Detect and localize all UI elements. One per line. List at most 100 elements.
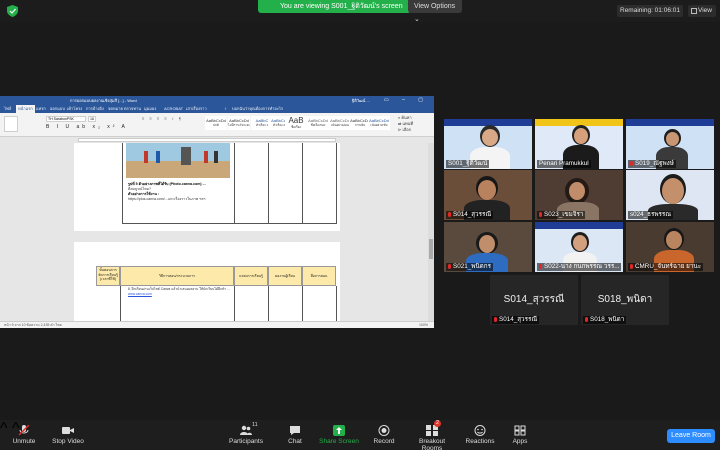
zoom-meeting-window: You are viewing S001_ฐิติวัฒน์'s screen … (0, 0, 720, 450)
video-camera-icon (62, 427, 74, 434)
tab-review[interactable]: ตรวจทาน (124, 105, 141, 113)
participant-tile[interactable]: S021_พนิดกร (444, 222, 532, 272)
participant-name: S022-นาง กนกพรรณ วรร... (537, 263, 622, 271)
participant-name: Penari Pramukkul (537, 160, 591, 168)
tab-acrobat[interactable]: ACROBAT (164, 105, 183, 113)
style-subtitle[interactable]: AaBbCcDd ชื่อเรื่องรอง (307, 116, 329, 130)
tab-home[interactable]: หน้าแรก (16, 105, 35, 113)
muted-mic-icon (494, 317, 497, 322)
participants-count: 11 (252, 422, 258, 428)
document-area[interactable]: รูปที่ 5 ตัวอย่างภาพที่ได้รับ (Photo.can… (8, 143, 428, 321)
style-intense-emphasis[interactable]: AaBbCcDd เน้นอย่างเข้ม (368, 116, 390, 130)
tell-me-search[interactable]: บอกฉันว่าคุณต้องการทำอะไร (232, 105, 283, 113)
participant-tile[interactable]: S014_สุวรรณี (444, 170, 532, 220)
document-page-1: รูปที่ 5 ตัวอย่างภาพที่ได้รับ (Photo.can… (74, 143, 340, 231)
select-button[interactable]: ⊳ เลือก (398, 127, 413, 133)
paragraph-buttons[interactable]: ≡ ≡ ≡ ≡ ↕ ¶ (142, 116, 183, 121)
participant-tile[interactable]: S019_ณัฐพงษ์ (626, 119, 714, 169)
share-screen-button[interactable]: Share Screen (318, 422, 360, 449)
leave-room-button[interactable]: Leave Room (667, 429, 715, 443)
participant-name: S018_พนิดา (583, 316, 627, 324)
style-normal[interactable]: AaBbCcDd ปกติ (205, 116, 227, 130)
grid-icon (691, 8, 697, 14)
zoom-level[interactable]: 100% (419, 322, 428, 328)
tab-view[interactable]: มุมมอง (144, 105, 156, 113)
word-user-name: ฐิติวัฒน์ ... (352, 98, 370, 103)
paste-icon[interactable] (4, 116, 18, 132)
participant-tile[interactable]: Penari Pramukkul (535, 119, 623, 169)
record-button[interactable]: Record (372, 422, 396, 449)
muted-mic-icon (539, 212, 542, 217)
word-status-bar: หน้า 9 จาก 10 ข้อความ 2,435 คำ ไทย 100% (0, 321, 434, 328)
audio-options-chevron-icon[interactable]: ^ (0, 420, 8, 437)
reactions-button[interactable]: Reactions (465, 422, 495, 449)
record-icon (378, 425, 390, 436)
view-button[interactable]: View (688, 5, 716, 17)
tab-insert[interactable]: แทรก (36, 105, 46, 113)
breakout-badge: 2 (434, 420, 441, 427)
tab-storytelling[interactable]: เล่าเรื่องราว (186, 105, 207, 113)
share-screen-icon (333, 425, 345, 436)
muted-mic-icon (630, 264, 633, 269)
remaining-time: Remaining: 01:06:01 (617, 5, 683, 17)
table-header-media: สื่อการสอน (302, 266, 336, 286)
tab-mailings[interactable]: จดหมาย (108, 105, 123, 113)
muted-mic-icon (630, 161, 633, 166)
screen-share-banner: You are viewing S001_ฐิติวัฒน์'s screen (258, 0, 411, 13)
view-options-button[interactable]: View Options ⌄ (408, 0, 462, 23)
document-title: การออกแบบผลงานเชิงสุ่มสี [...] - Word (70, 98, 137, 103)
font-name-box[interactable]: TH SarabunPSK (46, 116, 86, 122)
chat-button[interactable]: Chat (284, 422, 306, 449)
view-button-label: View (698, 7, 712, 14)
apps-button[interactable]: Apps (508, 422, 532, 449)
canva-example-image (126, 143, 230, 178)
participant-tile-active-speaker[interactable]: s024_ธรพรรณ (626, 170, 714, 220)
tab-design[interactable]: ออกแบบ (50, 105, 65, 113)
stop-video-button[interactable]: Stop Video (48, 422, 88, 449)
participants-button[interactable]: Participants (224, 422, 268, 449)
participant-tile[interactable]: S022-นาง กนกพรรณ วรร... (535, 222, 623, 272)
style-subtle-emphasis[interactable]: AaBbCcDd เน้นอย่างอ่อน (329, 116, 351, 130)
font-size-box[interactable]: 16 (88, 116, 96, 122)
participant-name: S023_เขมจิรา (537, 211, 586, 219)
tab-references[interactable]: การอ้างอิง (86, 105, 104, 113)
muted-mic-icon (448, 264, 451, 269)
participant-name: S021_พนิดกร (446, 263, 493, 271)
table-header-work: ผลงานผู้เรียน (268, 266, 302, 286)
participant-tile[interactable]: S001_ฐิติวัฒน์ (444, 119, 532, 169)
breakout-rooms-button[interactable]: Breakout Rooms (408, 422, 456, 450)
table-header-method: วิธีการสอน/กระบวนการ (120, 266, 234, 286)
participant-tile[interactable]: S023_เขมจิรา (535, 170, 623, 220)
tab-layout[interactable]: เค้าโครง (67, 105, 82, 113)
shared-screen-word-window[interactable]: การออกแบบผลงานเชิงสุ่มสี [...] - Word ฐิ… (0, 96, 434, 328)
participant-tile[interactable]: CMRU_จันทร์ฉาย ยานะ (626, 222, 714, 272)
format-buttons[interactable]: B I U ab x₂ x² A (46, 124, 128, 130)
page1-caption: รูปที่ 5 ตัวอย่างภาพที่ได้รับ (Photo.can… (128, 182, 206, 201)
participant-name: S019_ณัฐพงษ์ (628, 160, 676, 168)
top-bar: You are viewing S001_ฐิติวัฒน์'s screen … (0, 0, 720, 23)
word-ribbon: TH SarabunPSK 16 B I U ab x₂ x² A ≡ ≡ ≡ … (0, 113, 434, 137)
security-shield-icon[interactable] (7, 5, 18, 17)
muted-mic-icon (448, 212, 451, 217)
style-title[interactable]: AaB ชื่อเรื่อง (285, 116, 307, 130)
style-no-spacing[interactable]: AaBbCcDd ไม่มีการเว้นระยะ (228, 116, 250, 130)
participant-tile-video-off[interactable]: S018_พนิดา S018_พนิดา (581, 275, 669, 325)
chat-bubble-icon (290, 426, 300, 435)
tab-file[interactable]: ไฟล์ (4, 105, 11, 113)
editing-group: ⌕ ค้นหา ⇄ แทนที่ ⊳ เลือก (398, 115, 413, 133)
document-page-2: ขั้นตอนการจัดการเรียนรู้ (เวลาที่ใช้) วิ… (74, 242, 340, 321)
participant-tile-video-off[interactable]: S014_สุวรรณี S014_สุวรรณี (490, 275, 578, 325)
table-header-step: ขั้นตอนการจัดการเรียนรู้ (เวลาที่ใช้) (96, 266, 120, 286)
page2-body-text: 8. ฝึกเรียนผ่านเว็บไซต์ Canva แล้วนำเสนอ… (128, 287, 230, 296)
participant-display-name: S014_สุวรรณี (503, 294, 565, 305)
meeting-toolbar: Unmute ^ Stop Video ^ Participants 11 Ch… (0, 420, 720, 450)
muted-mic-icon (539, 264, 542, 269)
muted-mic-icon (585, 317, 588, 322)
lightbulb-icon: ♀ (224, 106, 227, 111)
table-header-source: แหล่งการเรียนรู้ (234, 266, 268, 286)
apps-icon (514, 425, 526, 436)
word-ribbon-tabs: ไฟล์ หน้าแรก แทรก ออกแบบ เค้าโครง การอ้า… (0, 105, 434, 113)
vertical-scrollbar[interactable] (428, 143, 434, 321)
participant-name: S014_สุวรรณี (446, 211, 494, 219)
unmute-button[interactable]: Unmute (8, 422, 40, 449)
